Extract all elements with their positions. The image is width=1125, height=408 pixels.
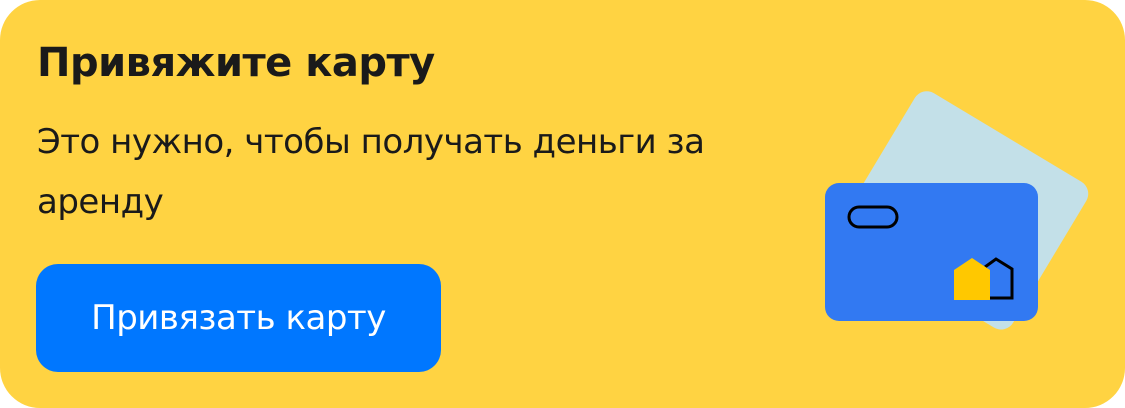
link-card-banner: Привяжите карту Это нужно, чтобы получат… <box>0 0 1125 408</box>
bank-cards-icon <box>825 91 1089 330</box>
front-card <box>825 183 1038 321</box>
